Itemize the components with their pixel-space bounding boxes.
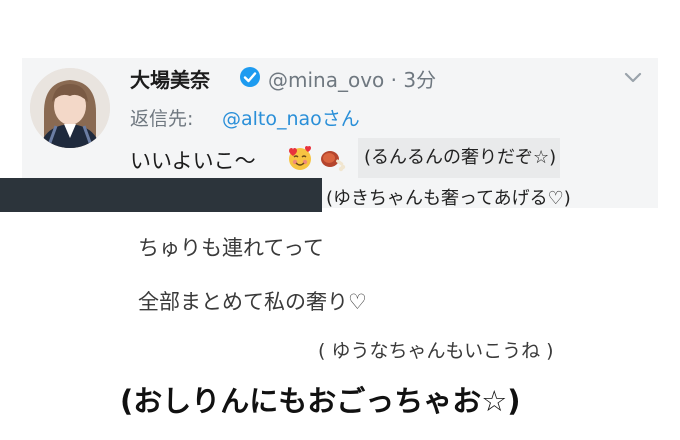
annotation-line-1: ちゅりも連れてって xyxy=(138,236,325,260)
annotation-note-1: (るんるんの奢りだぞ☆) xyxy=(358,138,561,178)
annotation-note-2: (ゆきちゃんも奢ってあげる♡) xyxy=(326,188,571,209)
tweet-text: いいよいこ〜 xyxy=(130,149,256,173)
avatar-photo xyxy=(30,68,110,148)
handle-and-time[interactable]: @mina_ovo · 3分 xyxy=(268,64,436,93)
redaction-bar xyxy=(0,178,322,212)
annotation-line-3: ( ゆうなちゃんもいこうね ) xyxy=(318,340,554,362)
annotation-line-2: 全部まとめて私の奢り♡ xyxy=(138,290,367,314)
reply-to-link[interactable]: @alto_naoさん xyxy=(222,104,360,131)
display-name[interactable]: 大場美奈 xyxy=(130,64,210,93)
meat-on-bone-icon xyxy=(321,151,346,172)
annotation-line-4: (おしりんにもおごっちゃお☆) xyxy=(120,384,521,418)
smiling-face-with-hearts-icon xyxy=(289,146,311,170)
reply-label: 返信先: xyxy=(130,108,194,130)
chevron-down-icon[interactable] xyxy=(624,72,642,84)
verified-badge-icon xyxy=(240,67,260,87)
avatar[interactable] xyxy=(30,68,110,148)
